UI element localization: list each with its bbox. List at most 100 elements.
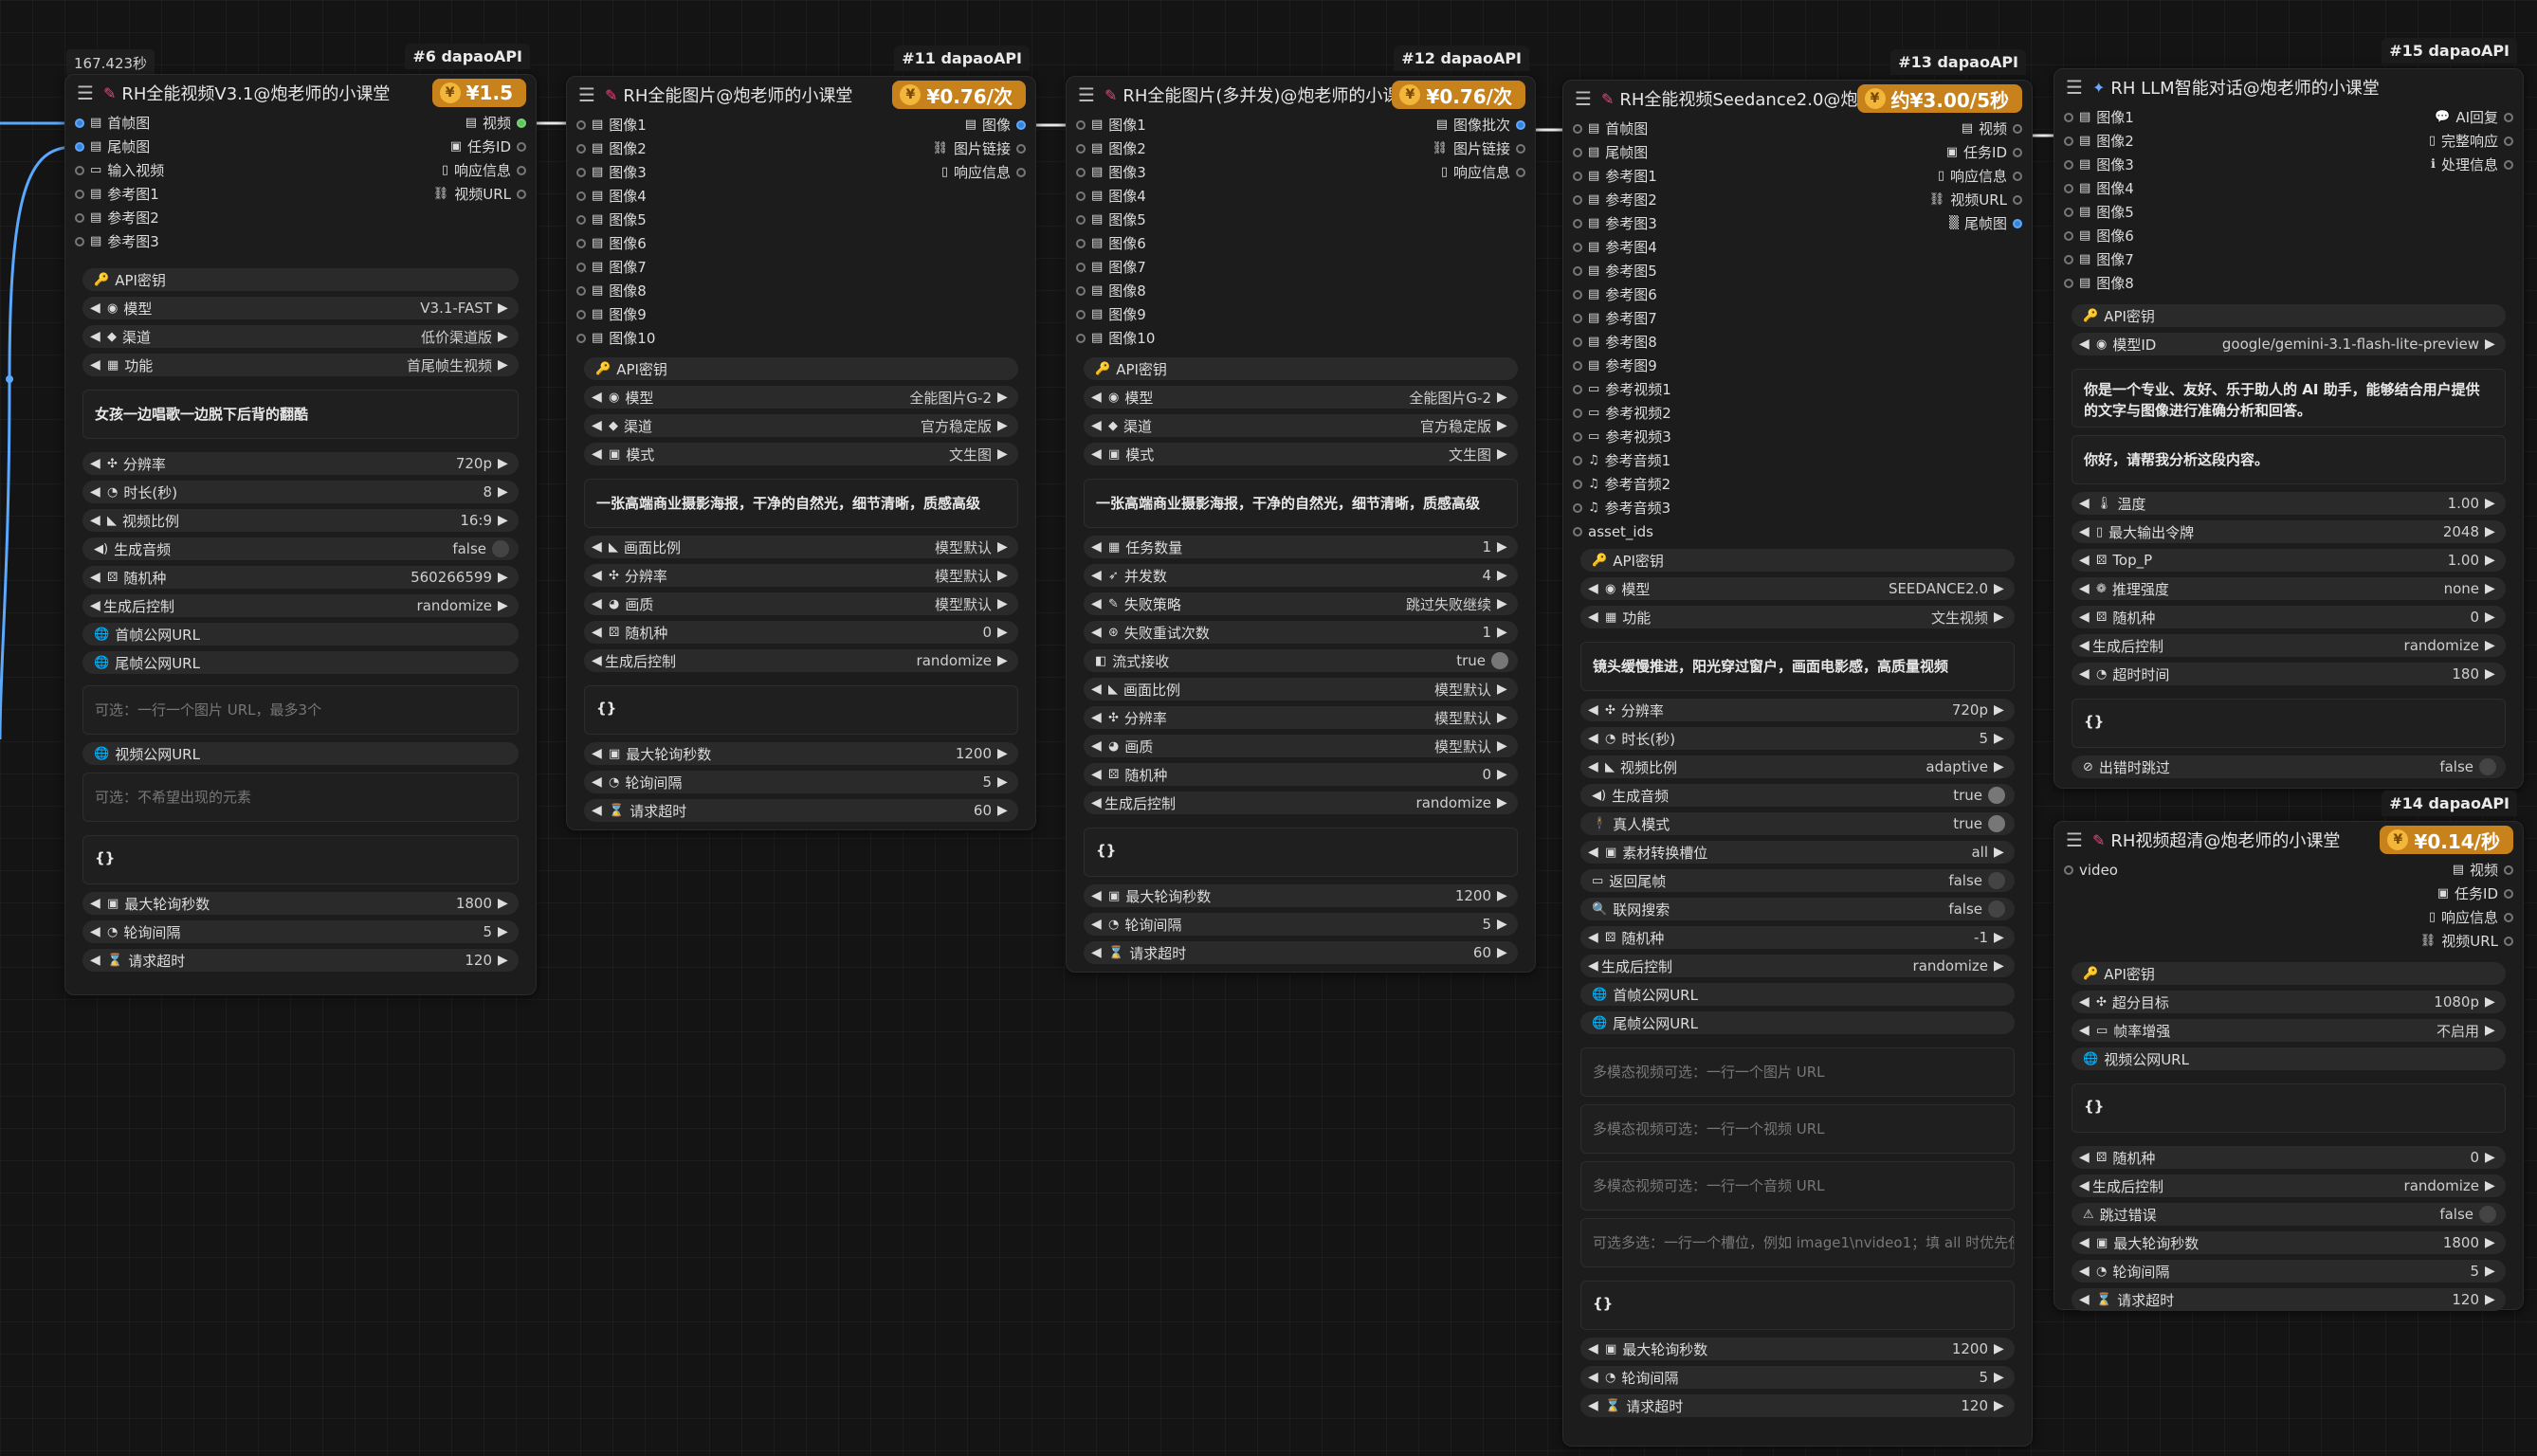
left-arrow-icon[interactable]: ◀ [592,568,605,583]
left-arrow-icon[interactable]: ◀ [90,598,103,613]
ratio-select[interactable]: ◀ ◣ 视频比例 adaptive ▶ [1580,755,2015,778]
input-port[interactable] [576,214,586,225]
toggle-knob[interactable] [492,540,509,557]
after-generate-select[interactable]: ◀ 生成后控制 randomize ▶ [82,594,519,617]
api-key-input[interactable]: 🔑 API密钥 [584,357,1018,380]
right-arrow-icon[interactable]: ▶ [1994,731,2007,746]
left-arrow-icon[interactable]: ◀ [592,596,605,611]
menu-icon[interactable]: ☰ [2066,828,2083,851]
toggle-knob[interactable] [2479,1206,2496,1223]
poll-max-stepper[interactable]: ◀ ▣ 最大轮询秒数 1200 ▶ [1580,1338,2015,1360]
audio-toggle[interactable]: ◀) 生成音频 false [82,537,519,560]
poll-interval-stepper[interactable]: ◀ ◔ 轮询间隔 5 ▶ [2072,1260,2506,1283]
model-select[interactable]: ◀ ◉ 模型 SEEDANCE2.0 ▶ [1580,577,2015,600]
output-port[interactable] [2013,171,2022,181]
right-arrow-icon[interactable]: ▶ [997,653,1011,668]
prompt-textarea[interactable]: 一张高端商业摄影海报，干净的自然光，细节清晰，质感高级 [584,479,1018,528]
node-rh-image[interactable]: #11 dapaoAPI ☰ ✎ RH全能图片@炮老师的小课堂 ¥ ¥0.76/次… [566,46,1036,830]
output-port[interactable] [1516,143,1525,154]
left-arrow-icon[interactable]: ◀ [592,774,605,790]
input-port[interactable] [75,118,84,128]
fail-strategy-select[interactable]: ◀ ✎ 失败策略 跳过失败继续 ▶ [1084,592,1518,615]
right-arrow-icon[interactable]: ▶ [2485,638,2498,653]
left-arrow-icon[interactable]: ◀ [90,300,103,316]
right-arrow-icon[interactable]: ▶ [1497,767,1510,782]
left-arrow-icon[interactable]: ◀ [90,456,103,471]
input-port[interactable] [1573,313,1582,323]
left-arrow-icon[interactable]: ◀ [1091,596,1104,611]
output-port[interactable] [1516,167,1525,177]
right-arrow-icon[interactable]: ▶ [2485,496,2498,511]
right-arrow-icon[interactable]: ▶ [997,596,1011,611]
input-port[interactable] [1076,333,1086,343]
left-arrow-icon[interactable]: ◀ [1588,845,1601,860]
node-header[interactable]: ☰ ✎ RH全能视频V3.1@炮老师的小课堂 ¥ ¥1.5 [65,75,536,111]
right-arrow-icon[interactable]: ▶ [2485,581,2498,596]
input-port[interactable] [1573,408,1582,418]
right-arrow-icon[interactable]: ▶ [498,924,511,939]
first-frame-url-input[interactable]: 🌐 首帧公网URL [82,623,519,646]
reasoning-select[interactable]: ◀ ❁ 推理强度 none ▶ [2072,577,2506,600]
user-prompt-textarea[interactable]: 你好，请帮我分析这段内容。 [2072,435,2506,484]
node-header[interactable]: ☰ ✎ RH全能图片@炮老师的小课堂 ¥ ¥0.76/次 [567,77,1035,113]
input-port[interactable] [75,212,84,223]
json-textarea[interactable]: {} [584,685,1018,735]
right-arrow-icon[interactable]: ▶ [498,484,511,500]
right-arrow-icon[interactable]: ▶ [2485,1150,2498,1165]
input-port[interactable] [576,238,586,248]
timeout-stepper[interactable]: ◀ ⌛ 请求超时 60 ▶ [1084,941,1518,964]
json-textarea[interactable]: {} [1580,1281,2015,1330]
left-arrow-icon[interactable]: ◀ [2079,1150,2092,1165]
right-arrow-icon[interactable]: ▶ [997,418,1011,433]
left-arrow-icon[interactable]: ◀ [592,539,605,555]
task-count-stepper[interactable]: ◀ ▦ 任务数量 1 ▶ [1084,536,1518,558]
left-arrow-icon[interactable]: ◀ [90,484,103,500]
input-port[interactable] [2064,112,2073,122]
left-arrow-icon[interactable]: ◀ [1588,930,1601,945]
output-port[interactable] [2013,194,2022,205]
last-frame-url-input[interactable]: 🌐 尾帧公网URL [82,651,519,674]
timeout-stepper[interactable]: ◀ ⌛ 请求超时 60 ▶ [584,799,1018,822]
output-port[interactable] [1516,119,1525,130]
toggle-knob[interactable] [1988,787,2005,804]
left-arrow-icon[interactable]: ◀ [2079,1292,2092,1307]
prompt-textarea[interactable]: 镜头缓慢推进，阳光穿过窗户，画面电影感，高质量视频 [1580,642,2015,691]
right-arrow-icon[interactable]: ▶ [1994,958,2007,974]
left-arrow-icon[interactable]: ◀ [1091,446,1104,462]
menu-icon[interactable]: ☰ [578,83,595,106]
right-arrow-icon[interactable]: ▶ [2485,1235,2498,1250]
right-arrow-icon[interactable]: ▶ [498,329,511,344]
left-arrow-icon[interactable]: ◀ [2079,666,2092,682]
right-arrow-icon[interactable]: ▶ [1497,795,1510,810]
poll-interval-stepper[interactable]: ◀ ◔ 轮询间隔 5 ▶ [82,920,519,943]
left-arrow-icon[interactable]: ◀ [1091,917,1104,932]
poll-max-stepper[interactable]: ◀ ▣ 最大轮询秒数 1800 ▶ [2072,1231,2506,1254]
left-arrow-icon[interactable]: ◀ [592,803,605,818]
image-urls-textarea[interactable]: 多模态视频可选：一行一个图片 URL [1580,1047,2015,1097]
toggle-knob[interactable] [2479,758,2496,775]
right-arrow-icon[interactable]: ▶ [997,625,1011,640]
right-arrow-icon[interactable]: ▶ [2485,524,2498,539]
right-arrow-icon[interactable]: ▶ [1994,1370,2007,1385]
left-arrow-icon[interactable]: ◀ [2079,337,2092,352]
right-arrow-icon[interactable]: ▶ [1497,390,1510,405]
resolution-select[interactable]: ◀ ✣ 分辨率 模型默认 ▶ [584,564,1018,587]
menu-icon[interactable]: ☰ [77,82,94,104]
prompt-textarea[interactable]: 一张高端商业摄影海报，干净的自然光，细节清晰，质感高级 [1084,479,1518,528]
left-arrow-icon[interactable]: ◀ [90,329,103,344]
left-arrow-icon[interactable]: ◀ [1091,390,1104,405]
real-person-toggle[interactable]: 🕴 真人模式 true [1580,812,2015,835]
stream-toggle[interactable]: ◧ 流式接收 true [1084,649,1518,672]
input-port[interactable] [1076,191,1086,201]
left-arrow-icon[interactable]: ◀ [1588,958,1601,974]
node-rh-image-batch[interactable]: #12 dapaoAPI ☰ ✎ RH全能图片(多并发)@炮老师的小课堂 ¥ ¥0… [1066,46,1536,973]
input-port[interactable] [2064,136,2073,146]
input-port[interactable] [576,167,586,177]
input-port[interactable] [1573,171,1582,181]
model-id-select[interactable]: ◀ ◉ 模型ID google/gemini-3.1-flash-lite-previ… [2072,333,2506,355]
duration-stepper[interactable]: ◀ ◔ 时长(秒) 5 ▶ [1580,727,2015,750]
left-arrow-icon[interactable]: ◀ [1588,1370,1601,1385]
output-port[interactable] [2504,159,2513,170]
output-port[interactable] [517,165,526,175]
input-port[interactable] [1076,167,1086,177]
